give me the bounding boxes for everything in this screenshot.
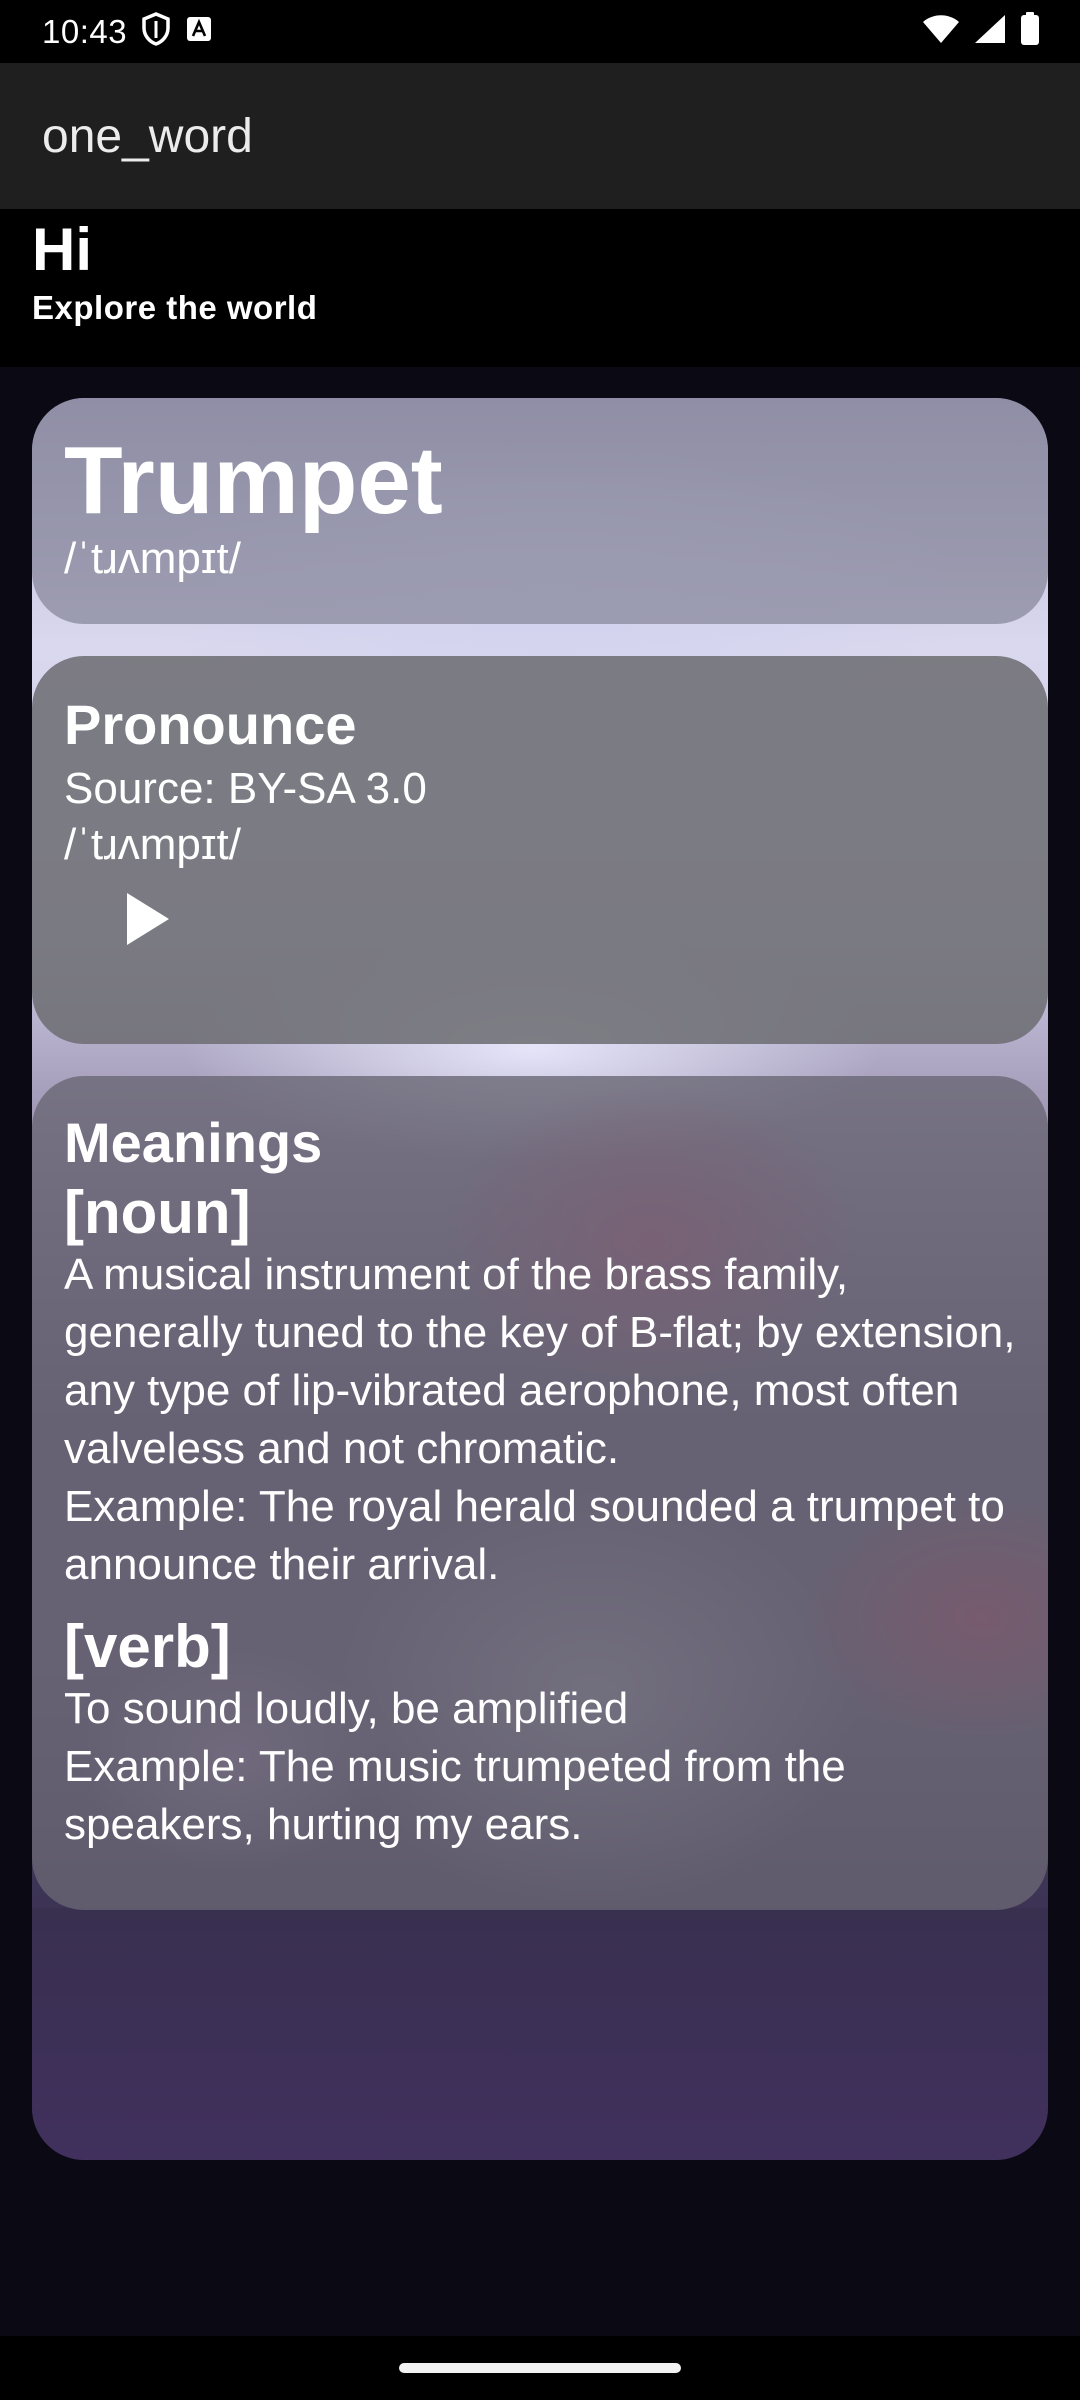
definition: A musical instrument of the brass family… (64, 1250, 1016, 1473)
word-title: Trumpet (64, 427, 443, 534)
signal-icon (974, 14, 1006, 49)
greeting-header: Hi Explore the world (0, 209, 1080, 367)
meanings-list: [noun] A musical instrument of the brass… (64, 1180, 1024, 1874)
battery-icon (1020, 12, 1040, 51)
greeting-subtitle: Explore the world (32, 289, 318, 326)
status-right (922, 12, 1040, 51)
example: Example: The music trumpeted from the sp… (64, 1742, 846, 1849)
pronounce-phonetic: /ˈtɹʌmpɪt/ (64, 820, 241, 869)
wifi-icon (922, 14, 960, 49)
meanings-card: Meanings [noun] A musical instrument of … (32, 1076, 1048, 1910)
play-button[interactable] (102, 876, 192, 966)
a-notification-icon (185, 15, 213, 48)
definition: To sound loudly, be amplified (64, 1684, 629, 1733)
status-time: 10:43 (42, 12, 128, 50)
home-gesture-handle[interactable] (399, 2363, 681, 2373)
part-of-speech: [noun] (64, 1179, 251, 1246)
pronounce-title: Pronounce (64, 693, 357, 756)
app-title: one_word (42, 109, 253, 163)
meanings-title: Meanings (64, 1111, 323, 1174)
pronounce-source: Source: BY-SA 3.0 (64, 764, 427, 813)
pronounce-card: Pronounce Source: BY-SA 3.0 /ˈtɹʌmpɪt/ (32, 656, 1048, 1044)
example: Example: The royal herald sounded a trum… (64, 1482, 1005, 1589)
background-shade (32, 1908, 1048, 2160)
word-phonetic: /ˈtɹʌmpɪt/ (64, 534, 241, 583)
greeting-title: Hi (32, 216, 92, 283)
shield-icon (141, 12, 171, 51)
navigation-bar (0, 2336, 1080, 2400)
meaning-item-noun: [noun] A musical instrument of the brass… (64, 1180, 1024, 1594)
app-bar: one_word (0, 63, 1080, 209)
status-bar: 10:43 (0, 0, 1080, 63)
word-card: Trumpet /ˈtɹʌmpɪt/ (32, 398, 1048, 624)
screen: 10:43 one_word Hi Explore the world Trum… (0, 0, 1080, 2400)
status-left: 10:43 (42, 12, 213, 51)
meaning-item-verb: [verb] To sound loudly, be amplified Exa… (64, 1614, 1024, 1854)
part-of-speech: [verb] (64, 1613, 231, 1680)
play-icon (121, 889, 173, 954)
